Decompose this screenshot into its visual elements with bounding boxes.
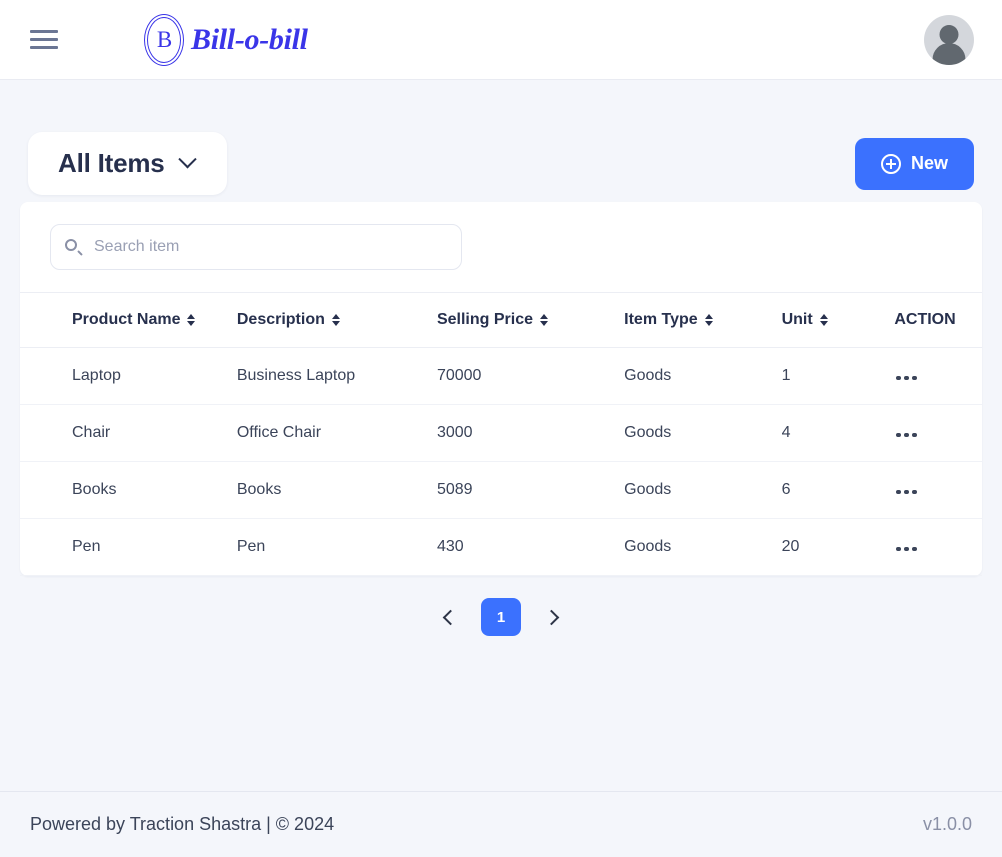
brand-mark-icon: B <box>141 13 187 66</box>
cell-product-name: Pen <box>20 518 235 576</box>
cell-product-name: Laptop <box>20 347 235 405</box>
cell-item-type: Goods <box>624 347 782 405</box>
ellipsis-icon[interactable] <box>894 543 919 556</box>
table-row[interactable]: Books Books 5089 Goods 6 <box>20 461 982 519</box>
cell-selling-price: 70000 <box>436 347 625 405</box>
column-header-selling-price[interactable]: Selling Price <box>436 293 625 348</box>
table-row[interactable]: Laptop Business Laptop 70000 Goods 1 <box>20 347 982 405</box>
column-header-item-type[interactable]: Item Type <box>624 293 782 348</box>
sort-icon[interactable] <box>331 314 340 326</box>
cell-selling-price: 3000 <box>436 404 625 462</box>
cell-selling-price: 5089 <box>436 461 625 519</box>
cell-unit: 6 <box>781 461 895 519</box>
search-icon-handle <box>77 249 83 256</box>
sort-icon[interactable] <box>819 314 828 326</box>
cell-action <box>894 518 982 576</box>
pagination-prev-button[interactable] <box>431 599 467 635</box>
search-icon <box>65 238 83 256</box>
hamburger-bar <box>30 38 58 41</box>
column-header-unit[interactable]: Unit <box>781 293 895 348</box>
avatar-body-shape <box>932 42 966 65</box>
column-header-action: ACTION <box>894 293 982 348</box>
cell-action <box>894 404 982 462</box>
column-label: Product Name <box>72 311 181 328</box>
all-items-dropdown-label: All Items <box>58 148 165 178</box>
page-body: All Items New Search item Product Name D… <box>0 80 1002 791</box>
all-items-dropdown[interactable]: All Items <box>28 132 227 195</box>
cell-description: Business Laptop <box>234 347 437 405</box>
ellipsis-icon[interactable] <box>894 429 919 442</box>
items-content-card: Product Name Description <box>20 202 982 576</box>
brand-logo[interactable]: B Bill-o-bill <box>141 13 308 66</box>
sort-icon[interactable] <box>540 314 548 326</box>
table-header-row: Product Name Description Selling Price I… <box>20 293 982 348</box>
brand-name: Bill-o-bill <box>191 22 308 56</box>
items-table-scroll[interactable]: Product Name Description Selling Price I… <box>20 292 982 576</box>
cell-description: Office Chair <box>234 404 437 462</box>
cell-item-type: Goods <box>624 404 782 462</box>
column-label: Selling Price <box>436 311 533 328</box>
column-label: ACTION <box>894 311 956 328</box>
page-toolbar: All Items New <box>0 80 1002 202</box>
cell-selling-price: 430 <box>436 518 625 576</box>
avatar-head-shape <box>939 24 959 44</box>
sort-icon[interactable] <box>704 314 713 326</box>
cell-product-name: Books <box>20 461 235 519</box>
cell-unit: 4 <box>781 404 895 462</box>
hamburger-menu-icon[interactable] <box>28 27 60 53</box>
hamburger-bar <box>30 30 58 33</box>
chevron-left-icon <box>442 609 459 625</box>
items-table: Product Name Description Selling Price I… <box>20 293 982 576</box>
table-row[interactable]: Chair Office Chair 3000 Goods 4 <box>20 404 982 462</box>
footer-version: v1.0.0 <box>922 814 972 834</box>
user-avatar[interactable] <box>924 14 974 65</box>
column-label: Description <box>236 311 325 328</box>
cell-unit: 1 <box>781 347 895 405</box>
chevron-right-icon <box>543 609 560 625</box>
search-row <box>20 202 982 292</box>
chevron-down-icon <box>177 150 197 169</box>
search-input[interactable] <box>94 238 447 256</box>
table-row[interactable]: Pen Pen 430 Goods 20 <box>20 518 982 576</box>
brand-letter: B <box>156 26 173 52</box>
column-label: Unit <box>781 311 813 328</box>
items-table-body: Laptop Business Laptop 70000 Goods 1 Cha… <box>20 347 982 576</box>
ellipsis-icon[interactable] <box>894 486 919 499</box>
search-icon-lens <box>65 238 77 251</box>
app-root: B Bill-o-bill All Items New Search item … <box>0 0 1002 857</box>
cell-action <box>894 461 982 519</box>
column-header-product-name[interactable]: Product Name <box>20 293 235 348</box>
column-label: Item Type <box>624 311 698 328</box>
top-navbar: B Bill-o-bill <box>0 0 1002 80</box>
hamburger-bar <box>30 46 58 49</box>
plus-circle-icon <box>880 153 901 174</box>
items-table-head: Product Name Description Selling Price I… <box>20 293 982 348</box>
search-box[interactable] <box>50 224 462 270</box>
sort-icon[interactable] <box>187 314 196 326</box>
pagination: 1 <box>0 576 1002 636</box>
new-button[interactable]: New <box>854 137 974 190</box>
cell-action <box>894 347 982 405</box>
cell-item-type: Goods <box>624 461 782 519</box>
cell-description: Pen <box>234 518 437 576</box>
ellipsis-icon[interactable] <box>894 372 919 385</box>
pagination-page-1[interactable]: 1 <box>481 598 521 636</box>
page-footer: Powered by Traction Shastra | © 2024 v1.… <box>0 791 1002 857</box>
cell-unit: 20 <box>781 518 895 576</box>
pagination-next-button[interactable] <box>535 599 571 635</box>
new-button-label: New <box>910 153 948 173</box>
footer-credit: Powered by Traction Shastra | © 2024 <box>30 814 335 834</box>
cell-item-type: Goods <box>624 518 782 576</box>
cell-description: Books <box>234 461 437 519</box>
column-header-description[interactable]: Description <box>234 293 437 348</box>
cell-product-name: Chair <box>20 404 235 462</box>
